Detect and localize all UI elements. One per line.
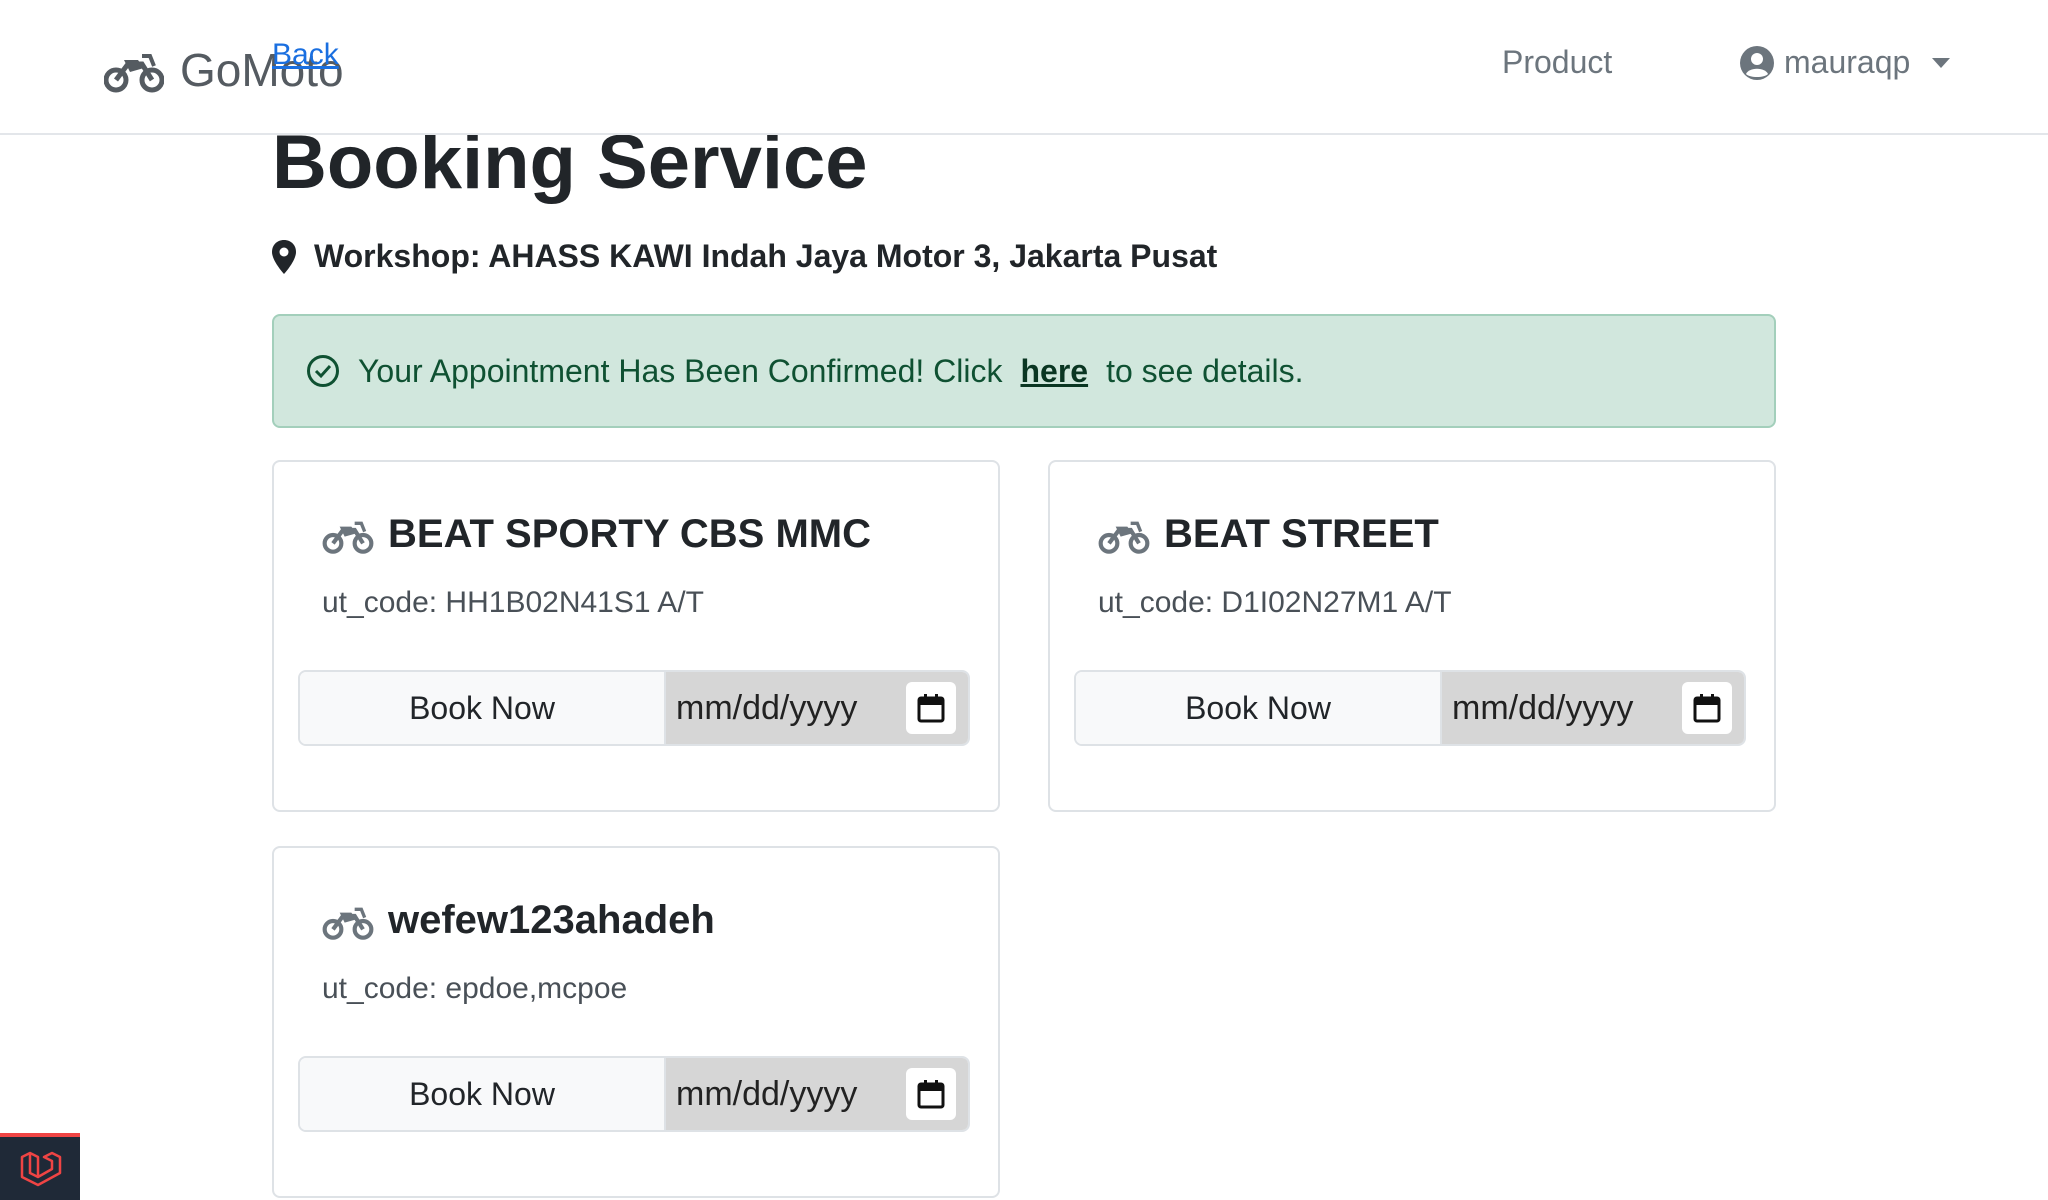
product-code: ut_code: D1I02N27M1 A/T [1098, 586, 1452, 619]
product-name: BEAT SPORTY CBS MMC [388, 512, 871, 556]
workshop-label: Workshop: AHASS KAWI Indah Jaya Motor 3,… [314, 238, 1218, 274]
calendar-picker-button[interactable] [1682, 682, 1732, 734]
card-title: BEAT STREET [1098, 512, 1439, 557]
booking-input-group: Book Now mm/dd/yyyy [298, 670, 970, 746]
alert-details-link[interactable]: here [1020, 353, 1088, 390]
book-now-button[interactable]: Book Now [300, 672, 666, 744]
booking-input-group: Book Now mm/dd/yyyy [298, 1056, 970, 1132]
alert-text-after: to see details. [1106, 352, 1304, 389]
motorcycle-icon [1098, 521, 1150, 554]
navbar: GoMoto Back Product mauraqp [0, 0, 2048, 135]
motorcycle-icon [104, 54, 164, 93]
debug-toolbar-toggle[interactable] [0, 1133, 80, 1200]
product-card: BEAT SPORTY CBS MMC ut_code: HH1B02N41S1… [272, 460, 1000, 812]
user-circle-icon [1740, 45, 1774, 80]
user-name: mauraqp [1784, 44, 1911, 80]
nav-product-link[interactable]: Product [1502, 44, 1612, 81]
calendar-picker-button[interactable] [906, 682, 956, 734]
calendar-icon [917, 1080, 945, 1109]
book-now-button[interactable]: Book Now [300, 1058, 666, 1130]
back-link[interactable]: Back [272, 38, 339, 72]
workshop-info: Workshop: AHASS KAWI Indah Jaya Motor 3,… [272, 238, 1217, 275]
product-code: ut_code: epdoe,mcpoe [322, 972, 628, 1005]
booking-input-group: Book Now mm/dd/yyyy [1074, 670, 1746, 746]
book-now-button[interactable]: Book Now [1076, 672, 1442, 744]
product-name: wefew123ahadeh [388, 898, 715, 942]
chevron-down-icon [1932, 57, 1951, 68]
user-menu-dropdown[interactable]: mauraqp [1740, 44, 1951, 81]
motorcycle-icon [322, 521, 374, 554]
date-input[interactable]: mm/dd/yyyy [666, 1058, 968, 1130]
laravel-icon [20, 1151, 62, 1186]
map-pin-icon [272, 239, 296, 274]
alert-text-before: Your Appointment Has Been Confirmed! Cli… [358, 352, 1003, 389]
date-input[interactable]: mm/dd/yyyy [1442, 672, 1744, 744]
product-card: BEAT STREET ut_code: D1I02N27M1 A/T Book… [1048, 460, 1776, 812]
date-placeholder: mm/dd/yyyy [676, 1074, 858, 1113]
motorcycle-icon [322, 907, 374, 940]
date-placeholder: mm/dd/yyyy [676, 688, 858, 727]
date-input[interactable]: mm/dd/yyyy [666, 672, 968, 744]
product-card: wefew123ahadeh ut_code: epdoe,mcpoe Book… [272, 846, 1000, 1198]
card-title: wefew123ahadeh [322, 898, 715, 943]
product-code: ut_code: HH1B02N41S1 A/T [322, 586, 704, 619]
calendar-icon [1693, 694, 1721, 723]
card-title: BEAT SPORTY CBS MMC [322, 512, 871, 557]
product-name: BEAT STREET [1164, 512, 1439, 556]
calendar-picker-button[interactable] [906, 1068, 956, 1120]
calendar-icon [917, 694, 945, 723]
check-circle-icon [307, 355, 339, 387]
date-placeholder: mm/dd/yyyy [1452, 688, 1634, 727]
confirmation-alert: Your Appointment Has Been Confirmed! Cli… [272, 314, 1776, 428]
